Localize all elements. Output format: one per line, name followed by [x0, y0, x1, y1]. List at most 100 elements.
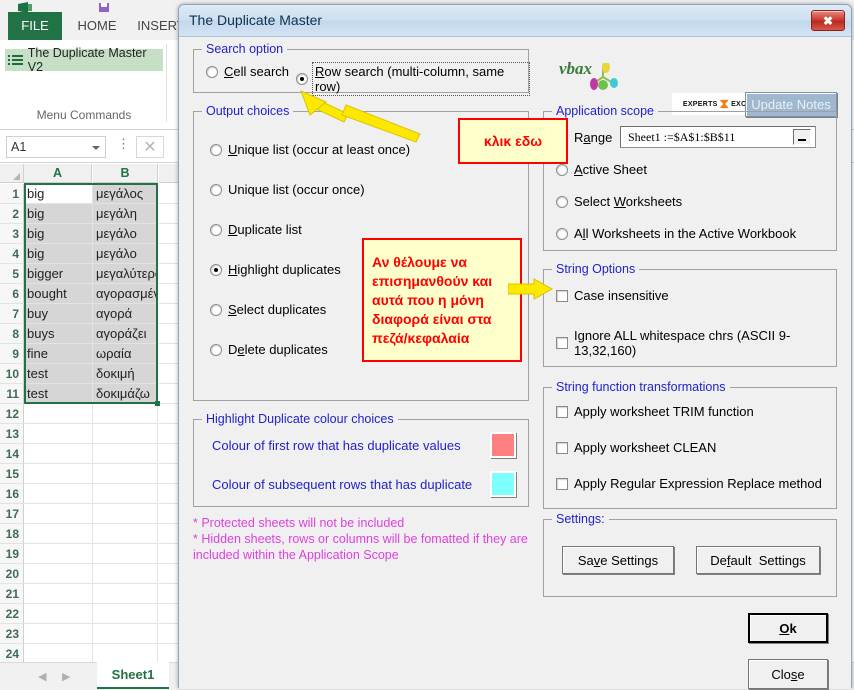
cell-a15[interactable]: [24, 464, 93, 484]
row-header[interactable]: 7: [0, 304, 24, 324]
cell-a13[interactable]: [24, 424, 93, 444]
cell-b11[interactable]: δοκιμάζω: [93, 384, 158, 404]
row-header[interactable]: 18: [0, 524, 24, 544]
save-icon[interactable]: [98, 0, 110, 12]
cell-c23[interactable]: [159, 624, 179, 644]
cell-a8[interactable]: buys: [24, 324, 93, 344]
cell-b20[interactable]: [93, 564, 158, 584]
cell-c15[interactable]: [159, 464, 179, 484]
cell-c11[interactable]: [159, 384, 179, 404]
row-header[interactable]: 17: [0, 504, 24, 524]
save-settings-button[interactable]: Save Settings: [562, 546, 674, 574]
cell-b2[interactable]: μεγάλη: [93, 204, 158, 224]
cell-c10[interactable]: [159, 364, 179, 384]
cell-c21[interactable]: [159, 584, 179, 604]
cell-a22[interactable]: [24, 604, 93, 624]
row-header[interactable]: 12: [0, 404, 24, 424]
name-box[interactable]: A1: [6, 136, 106, 158]
column-header-a[interactable]: A: [24, 164, 92, 183]
cell-b4[interactable]: μεγάλο: [93, 244, 158, 264]
row-header[interactable]: 24: [0, 644, 24, 664]
cell-a6[interactable]: bought: [24, 284, 93, 304]
cell-a14[interactable]: [24, 444, 93, 464]
sheet-nav-next-icon[interactable]: ▶: [62, 670, 70, 683]
close-icon[interactable]: ✖: [811, 10, 845, 31]
row-header[interactable]: 21: [0, 584, 24, 604]
row-header[interactable]: 5: [0, 264, 24, 284]
cell-a19[interactable]: [24, 544, 93, 564]
formula-bar-menu-icon[interactable]: ⋮: [117, 137, 130, 150]
default-settings-button[interactable]: Default Settings: [696, 546, 820, 574]
cell-a17[interactable]: [24, 504, 93, 524]
cell-c9[interactable]: [159, 344, 179, 364]
cell-a7[interactable]: buy: [24, 304, 93, 324]
radio-select-worksheets[interactable]: Select Worksheets: [556, 194, 682, 209]
cell-b6[interactable]: αγορασμένο: [93, 284, 158, 304]
cell-a12[interactable]: [24, 404, 93, 424]
cell-c5[interactable]: [159, 264, 179, 284]
cell-a3[interactable]: big: [24, 224, 93, 244]
radio-highlight-duplicates[interactable]: Highlight duplicates: [210, 262, 341, 277]
cell-b12[interactable]: [93, 404, 158, 424]
cell-b8[interactable]: αγοράζει: [93, 324, 158, 344]
cell-a4[interactable]: big: [24, 244, 93, 264]
fill-handle[interactable]: [155, 401, 160, 406]
ok-button[interactable]: Ok: [748, 613, 828, 643]
cell-a10[interactable]: test: [24, 364, 93, 384]
radio-all-worksheets[interactable]: All Worksheets in the Active Workbook: [556, 226, 796, 241]
radio-delete-duplicates[interactable]: Delete duplicates: [210, 342, 328, 357]
ribbon-tab-home[interactable]: HOME: [66, 12, 128, 40]
cell-b22[interactable]: [93, 604, 158, 624]
cell-b19[interactable]: [93, 544, 158, 564]
cell-a20[interactable]: [24, 564, 93, 584]
radio-unique-once[interactable]: Unique list (occur once): [210, 182, 365, 197]
checkbox-apply-regex[interactable]: Apply Regular Expression Replace method: [556, 476, 822, 491]
row-header[interactable]: 14: [0, 444, 24, 464]
chevron-down-icon[interactable]: [92, 146, 100, 150]
cell-b21[interactable]: [93, 584, 158, 604]
cell-b5[interactable]: μεγαλύτερος: [93, 264, 158, 284]
cell-b9[interactable]: ωραία: [93, 344, 158, 364]
select-all-corner[interactable]: [0, 164, 24, 183]
row-header[interactable]: 13: [0, 424, 24, 444]
cell-b24[interactable]: [93, 644, 158, 664]
ribbon-tab-file[interactable]: FILE: [8, 12, 62, 40]
checkbox-case-insensitive[interactable]: Case insensitive: [556, 288, 669, 303]
row-header[interactable]: 2: [0, 204, 24, 224]
cell-c20[interactable]: [159, 564, 179, 584]
checkbox-apply-clean[interactable]: Apply worksheet CLEAN: [556, 440, 716, 455]
row-header[interactable]: 3: [0, 224, 24, 244]
colour-swatch-subsequent-rows[interactable]: [490, 471, 516, 497]
dialog-close-button[interactable]: Close: [748, 659, 828, 689]
cell-a2[interactable]: big: [24, 204, 93, 224]
dialog-title-bar[interactable]: The Duplicate Master ✖: [179, 5, 851, 37]
cell-c1[interactable]: [159, 184, 179, 204]
row-header[interactable]: 1: [0, 184, 24, 204]
cell-c7[interactable]: [159, 304, 179, 324]
cell-a16[interactable]: [24, 484, 93, 504]
cell-c13[interactable]: [159, 424, 179, 444]
radio-select-duplicates[interactable]: Select duplicates: [210, 302, 326, 317]
row-header[interactable]: 22: [0, 604, 24, 624]
range-input[interactable]: Sheet1 :=$A$1:$B$11: [620, 126, 816, 148]
radio-cell-search[interactable]: Cell search: [206, 64, 289, 79]
row-header[interactable]: 19: [0, 544, 24, 564]
checkbox-ignore-whitespace[interactable]: Ignore ALL whitespace chrs (ASCII 9-13,3…: [556, 328, 836, 358]
cell-a18[interactable]: [24, 524, 93, 544]
column-header-c[interactable]: [159, 164, 179, 183]
cell-b3[interactable]: μεγάλο: [93, 224, 158, 244]
cell-c14[interactable]: [159, 444, 179, 464]
cell-b18[interactable]: [93, 524, 158, 544]
formula-cancel-icon[interactable]: ✕: [136, 136, 164, 158]
cell-a23[interactable]: [24, 624, 93, 644]
row-header[interactable]: 16: [0, 484, 24, 504]
colour-swatch-first-row[interactable]: [490, 432, 516, 458]
cell-c22[interactable]: [159, 604, 179, 624]
row-header[interactable]: 10: [0, 364, 24, 384]
cell-c24[interactable]: [159, 644, 179, 664]
cell-a11[interactable]: test: [24, 384, 93, 404]
column-header-b[interactable]: B: [93, 164, 158, 183]
row-header[interactable]: 11: [0, 384, 24, 404]
cell-b16[interactable]: [93, 484, 158, 504]
row-header[interactable]: 23: [0, 624, 24, 644]
